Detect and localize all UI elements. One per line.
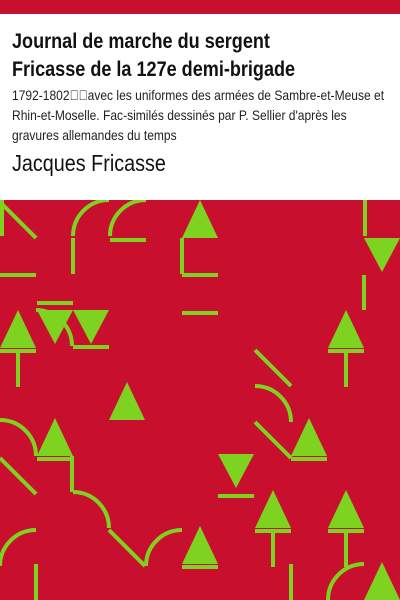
book-cover: Journal de marche du sergent Fricasse de… xyxy=(0,0,400,600)
title-block: Journal de marche du sergent Fricasse de… xyxy=(0,14,400,200)
book-title: Journal de marche du sergent Fricasse de… xyxy=(12,30,296,81)
top-color-bar xyxy=(0,0,400,14)
decorative-pattern xyxy=(0,200,400,600)
book-author: Jacques Fricasse xyxy=(12,150,166,176)
book-subtitle: 1792-1802  avec les uniformes des armées… xyxy=(12,87,385,143)
